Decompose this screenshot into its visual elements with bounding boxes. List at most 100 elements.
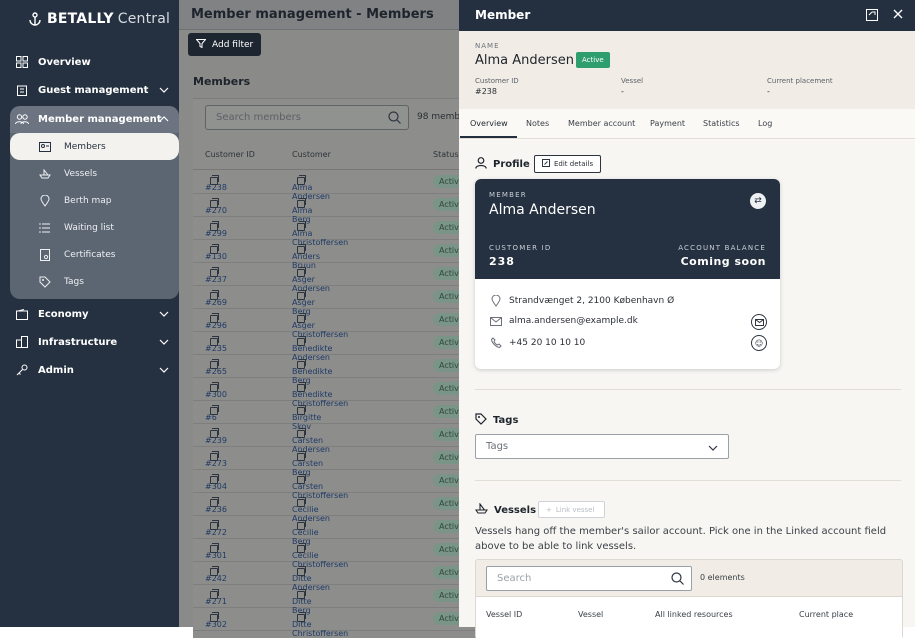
copy-icon[interactable]: [210, 221, 219, 231]
table-row[interactable]: #239 Carsten Andersen Active: [193, 424, 493, 454]
copy-icon[interactable]: [297, 589, 306, 599]
customer-id-link[interactable]: #269: [205, 290, 227, 307]
copy-icon[interactable]: [297, 497, 306, 507]
customer-id-link[interactable]: #6: [205, 405, 219, 422]
sidebar-item-certificates[interactable]: Certificates: [10, 241, 179, 268]
customer-id-link[interactable]: #270: [205, 198, 227, 215]
customer-id-link[interactable]: #238: [205, 175, 227, 192]
edit-details-button[interactable]: Edit details: [534, 155, 601, 173]
copy-icon[interactable]: [210, 589, 219, 599]
sidebar-item-vessels[interactable]: Vessels: [10, 160, 179, 187]
nav-overview[interactable]: Overview: [0, 49, 179, 75]
customer-id-link[interactable]: #304: [205, 474, 227, 491]
customer-name-link[interactable]: Alma Andersen: [292, 175, 330, 201]
copy-icon[interactable]: [297, 382, 306, 392]
customer-name-link[interactable]: Anders Bruun: [292, 244, 320, 270]
customer-name-link[interactable]: Asger Christoffersen: [292, 313, 348, 339]
send-sms-icon[interactable]: ☺: [751, 335, 767, 351]
copy-icon[interactable]: [297, 474, 306, 484]
customer-name-link[interactable]: Carsten Christoffersen: [292, 474, 348, 500]
tab-payment[interactable]: Payment: [650, 119, 685, 128]
copy-icon[interactable]: [297, 566, 306, 576]
table-row[interactable]: #265 Benedikte Berg Active: [193, 355, 493, 385]
table-row[interactable]: #6 Birgitte Skov Active: [193, 401, 493, 431]
column-header-linked-resources[interactable]: All linked resources: [655, 610, 733, 619]
tab-log[interactable]: Log: [758, 119, 772, 128]
customer-name-link[interactable]: Asger Berg: [292, 290, 315, 316]
copy-icon[interactable]: [210, 543, 219, 553]
tab-statistics[interactable]: Statistics: [703, 119, 740, 128]
tags-select[interactable]: Tags: [475, 434, 729, 459]
nav-economy[interactable]: Economy: [0, 301, 179, 327]
sidebar-item-waiting-list[interactable]: Waiting list: [10, 214, 179, 241]
table-row[interactable]: #238 Alma Andersen Active: [193, 171, 493, 201]
customer-name-link[interactable]: Benedikte Andersen: [292, 336, 332, 362]
copy-icon[interactable]: [297, 290, 306, 300]
customer-id-link[interactable]: #242: [205, 566, 227, 583]
customer-name-link[interactable]: Ditte Berg: [292, 589, 312, 615]
customer-id-link[interactable]: #130: [205, 244, 227, 261]
copy-icon[interactable]: [210, 382, 219, 392]
copy-icon[interactable]: [210, 175, 219, 185]
customer-name-link[interactable]: Cecilie Christoffersen: [292, 543, 348, 569]
table-row[interactable]: #236 Cecilie Andersen Active: [193, 493, 493, 523]
customer-name-link[interactable]: Asger Andersen: [292, 267, 330, 293]
table-row[interactable]: #299 Alma Christoffersen Active: [193, 217, 493, 247]
customer-name-link[interactable]: Ditte Christoffersen: [292, 612, 348, 638]
copy-icon[interactable]: [210, 497, 219, 507]
close-icon[interactable]: [893, 8, 903, 23]
copy-icon[interactable]: [210, 451, 219, 461]
brand-logo[interactable]: BETALLY Central: [0, 0, 179, 38]
copy-icon[interactable]: [210, 359, 219, 369]
copy-icon[interactable]: [210, 612, 219, 622]
table-row[interactable]: #130 Anders Bruun Active: [193, 240, 493, 270]
copy-icon[interactable]: [297, 313, 306, 323]
copy-icon[interactable]: [297, 267, 306, 277]
customer-name-link[interactable]: Carsten Andersen: [292, 428, 330, 454]
customer-name-link[interactable]: Cecilie Andersen: [292, 497, 330, 523]
copy-icon[interactable]: [210, 336, 219, 346]
add-filter-button[interactable]: Add filter: [188, 33, 261, 56]
vessels-search-input[interactable]: Search: [486, 566, 692, 591]
link-vessel-button[interactable]: + Link vessel: [538, 501, 605, 518]
copy-icon[interactable]: [210, 566, 219, 576]
copy-icon[interactable]: [210, 290, 219, 300]
nav-guest-management[interactable]: Guest management: [0, 77, 179, 103]
nav-admin[interactable]: Admin: [0, 357, 179, 383]
customer-id-link[interactable]: #296: [205, 313, 227, 330]
members-search-input[interactable]: Search members: [205, 105, 409, 130]
copy-icon[interactable]: [297, 244, 306, 254]
copy-icon[interactable]: [210, 405, 219, 415]
tab-overview[interactable]: Overview: [470, 119, 508, 128]
copy-icon[interactable]: [297, 405, 306, 415]
customer-name-link[interactable]: Birgitte Skov: [292, 405, 321, 431]
table-row[interactable]: #304 Carsten Christoffersen Active: [193, 470, 493, 500]
sidebar-item-members[interactable]: Members: [10, 133, 179, 160]
table-row[interactable]: #272 Cecilie Berg Active: [193, 516, 493, 546]
column-header-customer[interactable]: Customer: [292, 150, 331, 159]
customer-id-link[interactable]: #271: [205, 589, 227, 606]
copy-icon[interactable]: [297, 520, 306, 530]
customer-id-link[interactable]: #300: [205, 382, 227, 399]
copy-icon[interactable]: [210, 520, 219, 530]
table-row[interactable]: #242 Ditte Andersen Active: [193, 562, 493, 592]
copy-icon[interactable]: [210, 244, 219, 254]
customer-id-link[interactable]: #235: [205, 336, 227, 353]
column-header-customer-id[interactable]: Customer ID: [205, 150, 255, 159]
column-header-vessel[interactable]: Vessel: [578, 610, 603, 619]
expand-icon[interactable]: [866, 9, 878, 24]
tab-notes[interactable]: Notes: [526, 119, 549, 128]
tab-member-account[interactable]: Member account: [568, 119, 635, 128]
copy-icon[interactable]: [297, 543, 306, 553]
copy-icon[interactable]: [210, 198, 219, 208]
customer-id-link[interactable]: #272: [205, 520, 227, 537]
copy-icon[interactable]: [297, 359, 306, 369]
table-row[interactable]: #301 Cecilie Christoffersen Active: [193, 539, 493, 569]
customer-id-link[interactable]: #301: [205, 543, 227, 560]
column-header-status[interactable]: Status: [433, 150, 459, 159]
copy-icon[interactable]: [210, 428, 219, 438]
customer-name-link[interactable]: Carsten Berg: [292, 451, 323, 477]
customer-name-link[interactable]: Alma Berg: [292, 198, 312, 224]
customer-id-link[interactable]: #239: [205, 428, 227, 445]
send-email-icon[interactable]: [751, 314, 767, 330]
